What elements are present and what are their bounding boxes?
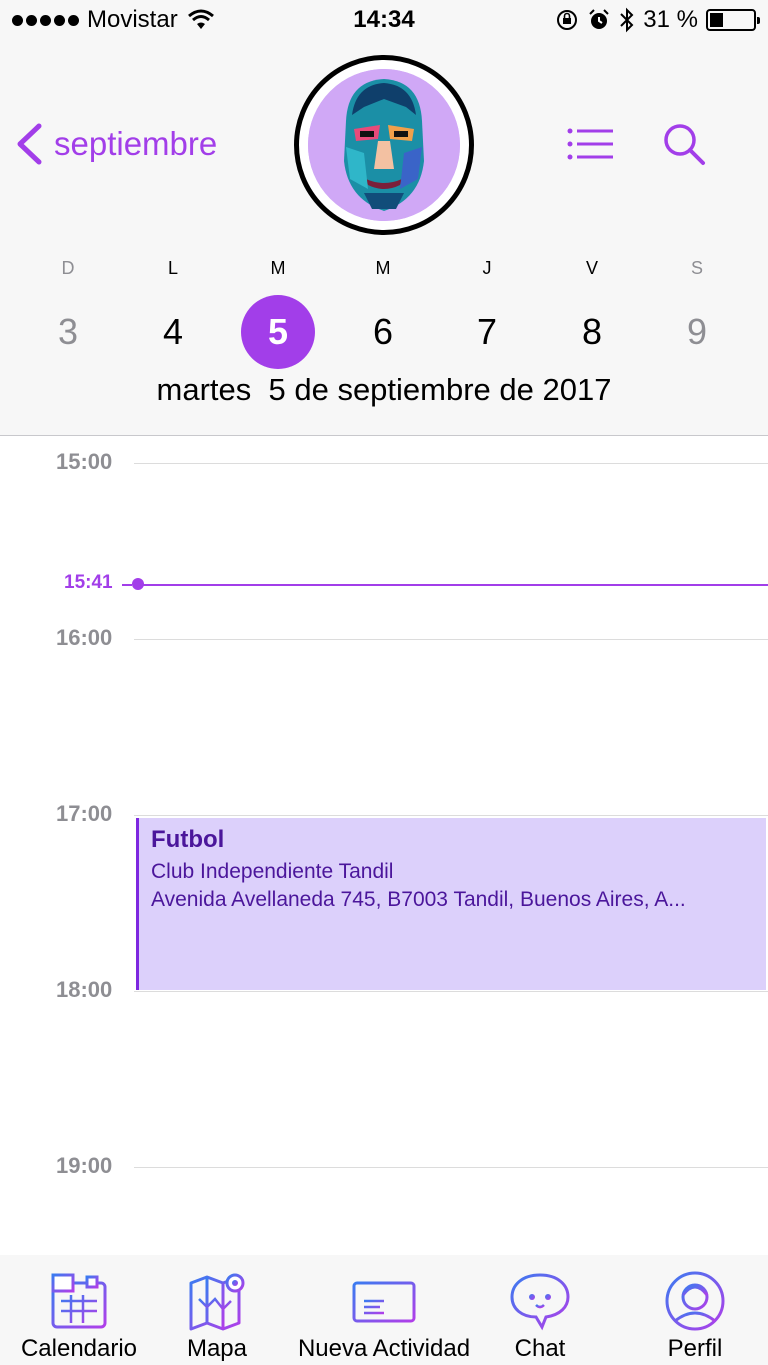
battery-icon [706, 9, 760, 31]
back-chevron-icon [17, 123, 42, 165]
profile-icon [665, 1271, 725, 1331]
hour-divider [134, 991, 768, 992]
rotation-lock-icon [557, 10, 578, 30]
selected-date-label: martes 5 de septiembre de 2017 [156, 372, 612, 407]
hour-label: 19:00 [56, 1153, 113, 1178]
tab-label: Nueva Actividad [297, 1335, 471, 1362]
hour-divider [134, 463, 768, 464]
status-left: Movistar [12, 6, 214, 34]
current-time-dot [132, 578, 144, 590]
bluetooth-icon [620, 7, 634, 33]
calendar-icon [51, 1273, 107, 1329]
battery-percent: 31 % [643, 6, 698, 33]
chat-icon [510, 1273, 570, 1331]
tab-bar: Calendario Mapa Nueva Actividad Chat Per… [0, 1255, 768, 1365]
hour-label: 18:00 [56, 977, 113, 1002]
tab-label: Chat [514, 1335, 566, 1362]
current-time-tick [122, 584, 132, 586]
status-bar: Movistar 14:34 31 % [0, 0, 768, 40]
day-number-row: 3 4 5 6 7 8 9 [0, 295, 768, 370]
hour-label: 15:00 [56, 449, 113, 474]
day-number[interactable]: 9 [660, 295, 734, 369]
weekday-label: V [585, 258, 598, 278]
tab-chat[interactable]: Chat [496, 1255, 584, 1365]
tab-label: Calendario [20, 1335, 138, 1362]
day-number[interactable]: 8 [555, 295, 629, 369]
back-label: septiembre [54, 125, 218, 162]
hour-label: 16:00 [56, 625, 113, 650]
hour-label: 17:00 [56, 801, 113, 826]
weekday-label: D [61, 258, 75, 278]
event-location: Club Independiente Tandil [151, 860, 394, 883]
map-icon [189, 1273, 245, 1331]
weekday-label: J [482, 258, 492, 278]
ticket-icon [352, 1281, 416, 1323]
day-timeline[interactable]: 15:00 16:00 17:00 18:00 19:00 15:41 Futb… [0, 437, 768, 1255]
tab-calendario[interactable]: Calendario [16, 1255, 142, 1365]
avatar-button[interactable] [294, 55, 474, 235]
day-number[interactable]: 3 [31, 295, 105, 369]
tab-nueva-actividad[interactable]: Nueva Actividad [292, 1255, 476, 1365]
day-number[interactable]: 4 [136, 295, 210, 369]
current-time-label: 15:41 [64, 572, 113, 593]
list-icon[interactable] [566, 126, 614, 162]
avatar [308, 69, 460, 221]
tab-label: Perfil [667, 1335, 723, 1362]
event-card[interactable]: Futbol Club Independiente Tandil Avenida… [136, 818, 766, 990]
tab-label: Mapa [186, 1335, 248, 1362]
weekday-label: M [375, 258, 391, 278]
current-time-line [138, 584, 768, 586]
day-number[interactable]: 6 [346, 295, 420, 369]
hour-divider [134, 639, 768, 640]
weekday-label: M [270, 258, 286, 278]
hour-divider [134, 1167, 768, 1168]
day-number[interactable]: 7 [450, 295, 524, 369]
avatar-portrait [308, 69, 460, 221]
event-title: Futbol [151, 826, 225, 853]
back-button[interactable]: septiembre [14, 122, 217, 166]
hour-divider [134, 815, 768, 816]
status-right: 31 % [555, 6, 760, 34]
weekday-label: S [690, 258, 703, 278]
wifi-icon [187, 9, 214, 29]
day-number-selected[interactable]: 5 [241, 295, 315, 369]
weekday-row: D L M M J V S [0, 258, 768, 288]
weekday-label: L [167, 258, 178, 278]
tab-perfil[interactable]: Perfil [650, 1255, 740, 1365]
calendar-header: septiembre D L M M J V S 3 4 5 6 7 8 9 m… [0, 40, 768, 436]
search-icon[interactable] [662, 122, 706, 166]
tab-mapa[interactable]: Mapa [166, 1255, 268, 1365]
signal-dots-icon [12, 14, 79, 26]
alarm-icon [589, 9, 610, 29]
carrier-name: Movistar [87, 6, 178, 33]
event-address: Avenida Avellaneda 745, B7003 Tandil, Bu… [151, 888, 686, 911]
